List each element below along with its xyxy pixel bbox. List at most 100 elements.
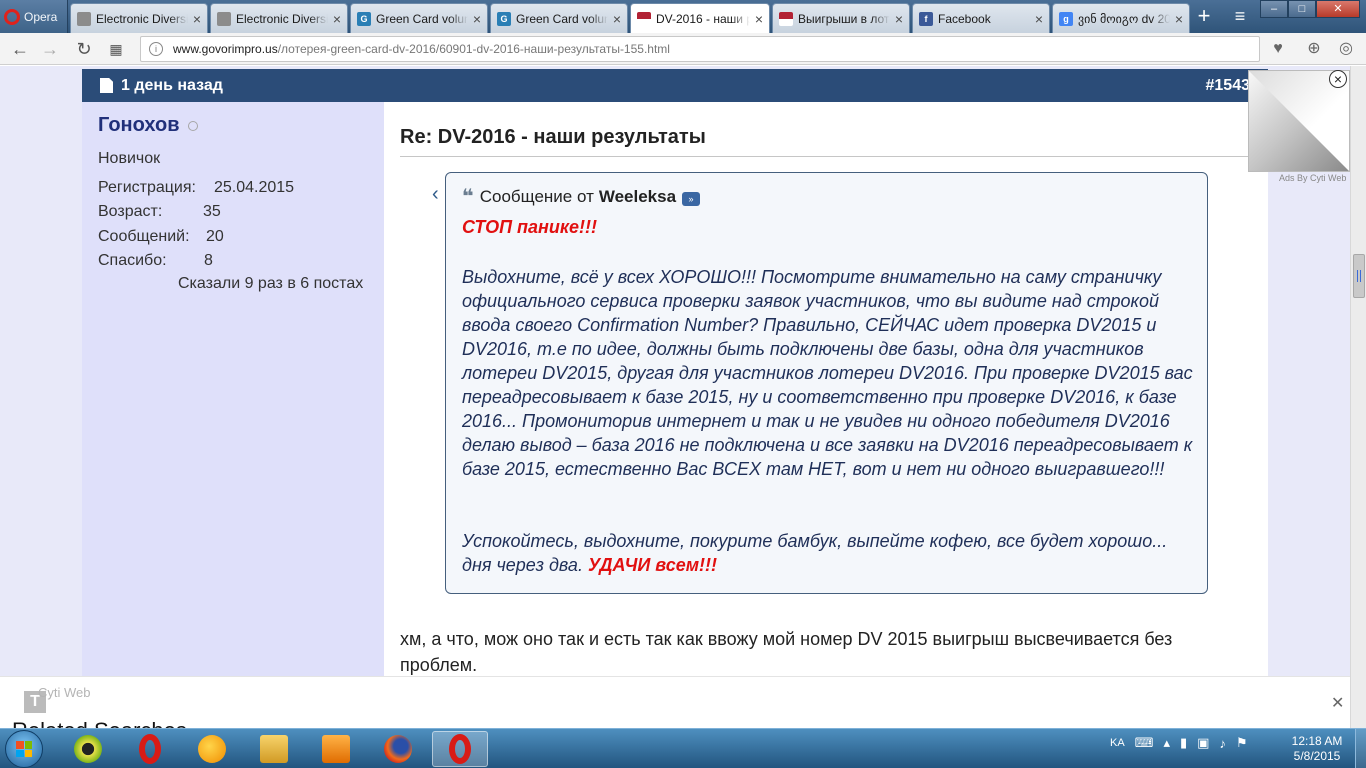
document-icon [100,78,113,93]
stat-thanks: Спасибо: 8 [98,252,213,270]
stat-value: 20 [206,228,224,245]
opera-extension-icon[interactable]: ◎ [1334,37,1358,61]
taskbar-app-5[interactable] [308,731,364,767]
ad-label: Ads By Cyti Web [1279,173,1347,183]
reload-icon[interactable]: ↻ [72,37,96,61]
maximize-button[interactable]: □ [1288,0,1316,18]
language-indicator[interactable]: KA [1110,737,1125,749]
url-host: www.govorimpro.us [173,42,278,56]
volume-icon[interactable]: ♪ [1219,736,1226,751]
tab-8[interactable]: g ვინ მოიგო dv 2016 × [1052,3,1190,33]
tab-active[interactable]: DV-2016 - наши рез × [630,3,770,34]
banner-close-icon[interactable]: ✕ [1331,693,1344,713]
quote-ending: Успокойтесь, выдохните, покурите бамбук,… [462,529,1196,577]
quote-marks-icon: ❝ [462,186,474,208]
firefox-icon [384,735,412,763]
facebook-icon: f [919,11,933,26]
tab-4[interactable]: G Green Card volunteer × [490,3,628,33]
banner-brand: Cyti Web [38,685,91,700]
close-tab-icon[interactable]: × [895,11,903,27]
tab-6[interactable]: Выигрыши в лотерею × [772,3,910,33]
page-icon [217,11,231,26]
close-window-button[interactable]: ✕ [1316,0,1360,18]
taskbar-app-3[interactable] [184,731,240,767]
opera-logo-icon [4,8,20,25]
clock-date: 5/8/2015 [1293,749,1341,763]
taskbar-clock[interactable]: 12:18 AM 5/8/2015 [1284,734,1350,764]
close-tab-icon[interactable]: × [613,11,621,27]
username-link[interactable]: Гонохов [98,114,180,137]
download-icon[interactable]: ⊕ [1302,37,1326,61]
opera-menu-button[interactable]: Opera [0,0,68,33]
quote-prefix: Сообщение от [479,186,594,206]
taskbar-app-4[interactable] [246,731,302,767]
page-scrollbar[interactable] [1350,66,1366,728]
browser-toolbar: ← → ↻ ▦ i www.govorimpro.us/лотерея-gree… [0,33,1366,65]
tab-title: Green Card volunteer [376,11,468,26]
site-info-icon[interactable]: i [149,42,163,56]
back-arrow-icon[interactable]: ← [8,37,32,61]
taskbar-app-2[interactable] [122,731,178,767]
start-button[interactable] [5,730,43,768]
opera-app-name: Opera [24,9,58,24]
tab-3[interactable]: G Green Card volunteer × [350,3,488,33]
close-tab-icon[interactable]: × [1035,11,1043,27]
keyboard-icon[interactable]: ⌨ [1135,735,1154,751]
tab-1[interactable]: Electronic Diversity × [70,3,208,33]
stat-value: 25.04.2015 [214,179,295,196]
close-tab-icon[interactable]: × [333,11,341,27]
taskbar-app-1[interactable] [60,731,116,767]
media-player-icon [322,735,350,763]
signal-icon[interactable]: ▮ [1180,735,1187,751]
usa-flag-icon [637,12,651,26]
taskbar-app-6[interactable] [370,731,426,767]
post-title: Re: DV-2016 - наши результаты [400,126,706,148]
new-tab-button[interactable]: + [1193,5,1215,28]
stat-messages: Сообщений: 20 [98,228,224,246]
speed-dial-grid-icon[interactable]: ▦ [104,37,128,61]
show-desktop-button[interactable] [1355,729,1366,768]
post-time: 1 день назад [121,76,223,94]
close-tab-icon[interactable]: × [1175,11,1183,27]
scroll-grip-icon [1357,270,1361,282]
quote-ending-text: Успокойтесь, выдохните, покурите бамбук,… [462,531,1168,575]
quote-author: Weeleksa [598,186,677,206]
taskbar-app-7[interactable] [432,731,488,767]
stat-label: Регистрация: [98,179,196,196]
address-bar[interactable]: i www.govorimpro.us/лотерея-green-card-d… [140,36,1260,62]
minimize-button[interactable]: – [1260,0,1288,18]
close-tab-icon[interactable]: × [193,11,201,27]
page-icon [77,11,91,26]
heart-bookmark-icon[interactable]: ♥ [1266,37,1290,61]
forward-arrow-icon[interactable]: → [38,37,62,61]
stat-label: Спасибо: [98,252,167,269]
offline-status-icon [188,121,198,131]
ad-close-icon[interactable]: × [1329,70,1347,88]
quote-header: ❝ Сообщение от Weeleksa » [462,184,701,209]
tab-2[interactable]: Electronic Diversity × [210,3,348,33]
show-hidden-icons-icon[interactable]: ▴ [1163,735,1170,751]
tab-7[interactable]: f Facebook × [912,3,1050,33]
quote-collapse-icon[interactable]: ‹ [432,183,439,206]
browser-tab-bar: Opera Electronic Diversity × Electronic … [0,0,1366,34]
title-divider [400,156,1252,157]
tab-title: Electronic Diversity [96,11,188,26]
close-tab-icon[interactable]: × [473,11,481,27]
tab-title: Electronic Diversity [236,11,328,26]
tab-title: ვინ მოიგო dv 2016 [1078,11,1170,26]
user-info-panel: Гонохов Новичок Регистрация: 25.04.2015 … [82,102,384,728]
tab-menu-icon[interactable]: ≡ [1228,6,1252,28]
g-icon: G [357,11,371,26]
messenger-icon [198,735,226,763]
post-number-link[interactable]: #1543 [1206,77,1251,95]
quote-headline: СТОП панике!!! [462,217,598,237]
post-header-bar: 1 день назад #1543 [82,69,1268,102]
window-controls: – □ ✕ [1260,0,1360,20]
google-icon: g [1059,11,1073,26]
action-center-flag-icon[interactable]: ⚑ [1236,735,1248,751]
network-icon[interactable]: ▣ [1197,735,1209,751]
stat-registration: Регистрация: 25.04.2015 [98,179,294,197]
close-tab-icon[interactable]: × [755,11,763,27]
view-post-icon[interactable]: » [682,191,701,206]
scroll-thumb[interactable] [1353,254,1365,298]
